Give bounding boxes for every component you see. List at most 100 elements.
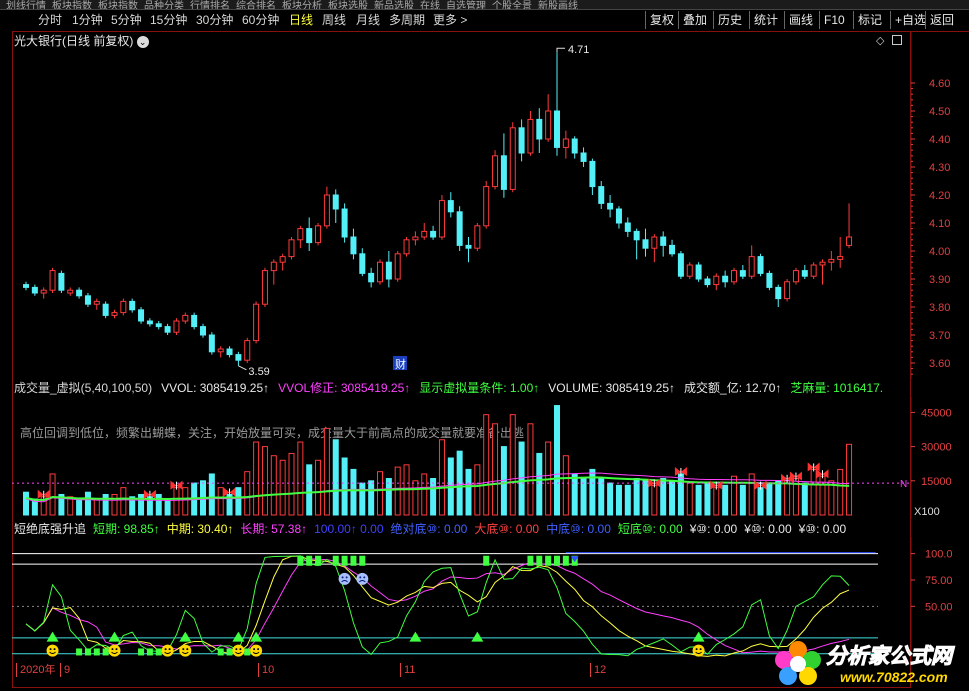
volume-bar [562,455,569,516]
period-1[interactable]: 分时 [38,12,62,28]
candle-body [173,320,180,333]
volume-bar [492,423,499,516]
toolbar-button-3[interactable]: 历史 [713,11,746,29]
period-7[interactable]: 日线 [289,12,313,28]
toolbar-button-4[interactable]: 统计 [749,11,782,29]
bottom-mark [226,648,233,656]
period-6[interactable]: 60分钟 [242,12,279,28]
period-9[interactable]: 月线 [356,12,380,28]
candle-body [492,155,499,188]
volume-bar [757,487,764,516]
top-toolbar-item[interactable]: 板块选股 [328,2,368,10]
top-toolbar-item[interactable]: 品种分类 [144,2,184,10]
candle-body [757,256,764,274]
volume-bar [571,473,578,516]
candle-body [615,208,622,224]
candlestick-chart: 4.71 3.59 财 [23,44,853,378]
candle-body [226,348,233,356]
volume-bar [695,484,702,516]
top-toolbar-item[interactable]: 自选管理 [446,2,486,10]
watermark-name: 分析家公式网 [826,645,953,669]
toolbar-button-7[interactable]: 标记 [853,11,886,29]
volume-bar [580,478,587,516]
period-10[interactable]: 多周期 [389,12,425,28]
butterfly-icon [143,489,156,499]
volume-bar [651,484,658,516]
volume-panel-title: 成交量_虚拟(5,40,100,50) VVOL: 3085419.25↑ VVOL… [14,380,892,396]
candle-body [84,295,91,305]
volume-bar [598,478,605,516]
toolbar-button-8[interactable]: +自选 [890,11,930,29]
period-8[interactable]: 周线 [322,12,346,28]
candle-body [155,323,162,328]
candle-body [677,253,684,277]
top-toolbar-item[interactable]: 在线 [420,2,440,10]
strong-mark [562,555,569,566]
period-3[interactable]: 5分钟 [111,12,142,28]
candle-body [368,272,375,283]
candle-body [589,160,596,188]
candle-body [500,155,507,190]
volume-bar [350,468,357,516]
period-4[interactable]: 15分钟 [150,12,187,28]
smiley-eye [115,648,118,651]
toolbar-button-9[interactable]: 返回 [925,11,958,29]
toolbar-button-2[interactable]: 叠加 [678,11,711,29]
strong-mark [545,555,552,566]
toolbar-button-6[interactable]: F10 [819,11,849,29]
volume-bar [642,480,649,516]
indicator-title-part-5: 100.00↑ 0.00 [314,522,384,536]
period-2[interactable]: 1分钟 [72,12,103,28]
bottom-mark [84,648,91,656]
candle-body [332,194,339,210]
butterfly-icon [170,480,183,490]
strong-mark [483,555,490,566]
volume-bar [713,487,720,516]
top-toolbar-item[interactable]: 板块指数 [98,2,138,10]
top-toolbar-item[interactable]: 板块指数 [52,2,92,10]
candle-body [846,236,853,246]
volume-bar [412,480,419,516]
volume-bar [155,493,162,516]
candle-body [235,354,242,361]
indicator-title-part-9: 短底⑩: 0.00 [617,522,683,536]
toolbar-button-1[interactable]: 复权 [645,11,678,29]
volume-bar [23,491,29,516]
butterfly-icon [37,489,50,499]
sad-eye [341,576,344,579]
volume-bar [554,405,560,516]
smiley-eye [239,648,242,651]
volume-bar [633,478,640,516]
smiley-eye [168,648,171,651]
date-label-1: 2020年 [16,663,55,677]
indicator-title-part-8: 中底⑩: 0.00 [546,522,611,536]
volume-bar [244,471,251,516]
smiley-face [232,644,245,657]
top-toolbar-item[interactable]: 个股全景 [492,2,532,10]
top-toolbar-item[interactable]: 综合排名 [236,2,276,10]
flower-logo-icon [775,641,821,685]
volume-bar [722,484,729,516]
top-toolbar-item[interactable]: 板块分析 [282,2,322,10]
candle-body [40,289,47,294]
bottom-mark [155,648,162,656]
top-toolbar-item[interactable]: 划线行情 [6,2,46,10]
top-toolbar-item[interactable]: 行情排名 [190,2,230,10]
high-marker [556,47,565,53]
toolbar-button-5[interactable]: 画线 [784,11,817,29]
candle-body [412,236,419,241]
volume-bar [76,498,83,516]
butterfly-icon [223,487,236,497]
candle-body [31,286,38,294]
volume-bar [297,441,304,516]
candle-body [669,244,676,255]
top-toolbar-item[interactable]: 新品选股 [374,2,414,10]
top-toolbar-item[interactable]: 新股画线 [538,2,578,10]
period-11[interactable]: 更多 > [433,12,467,28]
date-label-3: 10 [258,663,274,677]
smiley-icon [232,644,245,657]
candle-body [456,211,463,246]
period-5[interactable]: 30分钟 [196,12,233,28]
candle-body [766,272,773,288]
price-axis: 4.60 4.50 4.40 4.30 4.20 4.10 4.00 3.90 3.80 3.70… [911,31,950,379]
